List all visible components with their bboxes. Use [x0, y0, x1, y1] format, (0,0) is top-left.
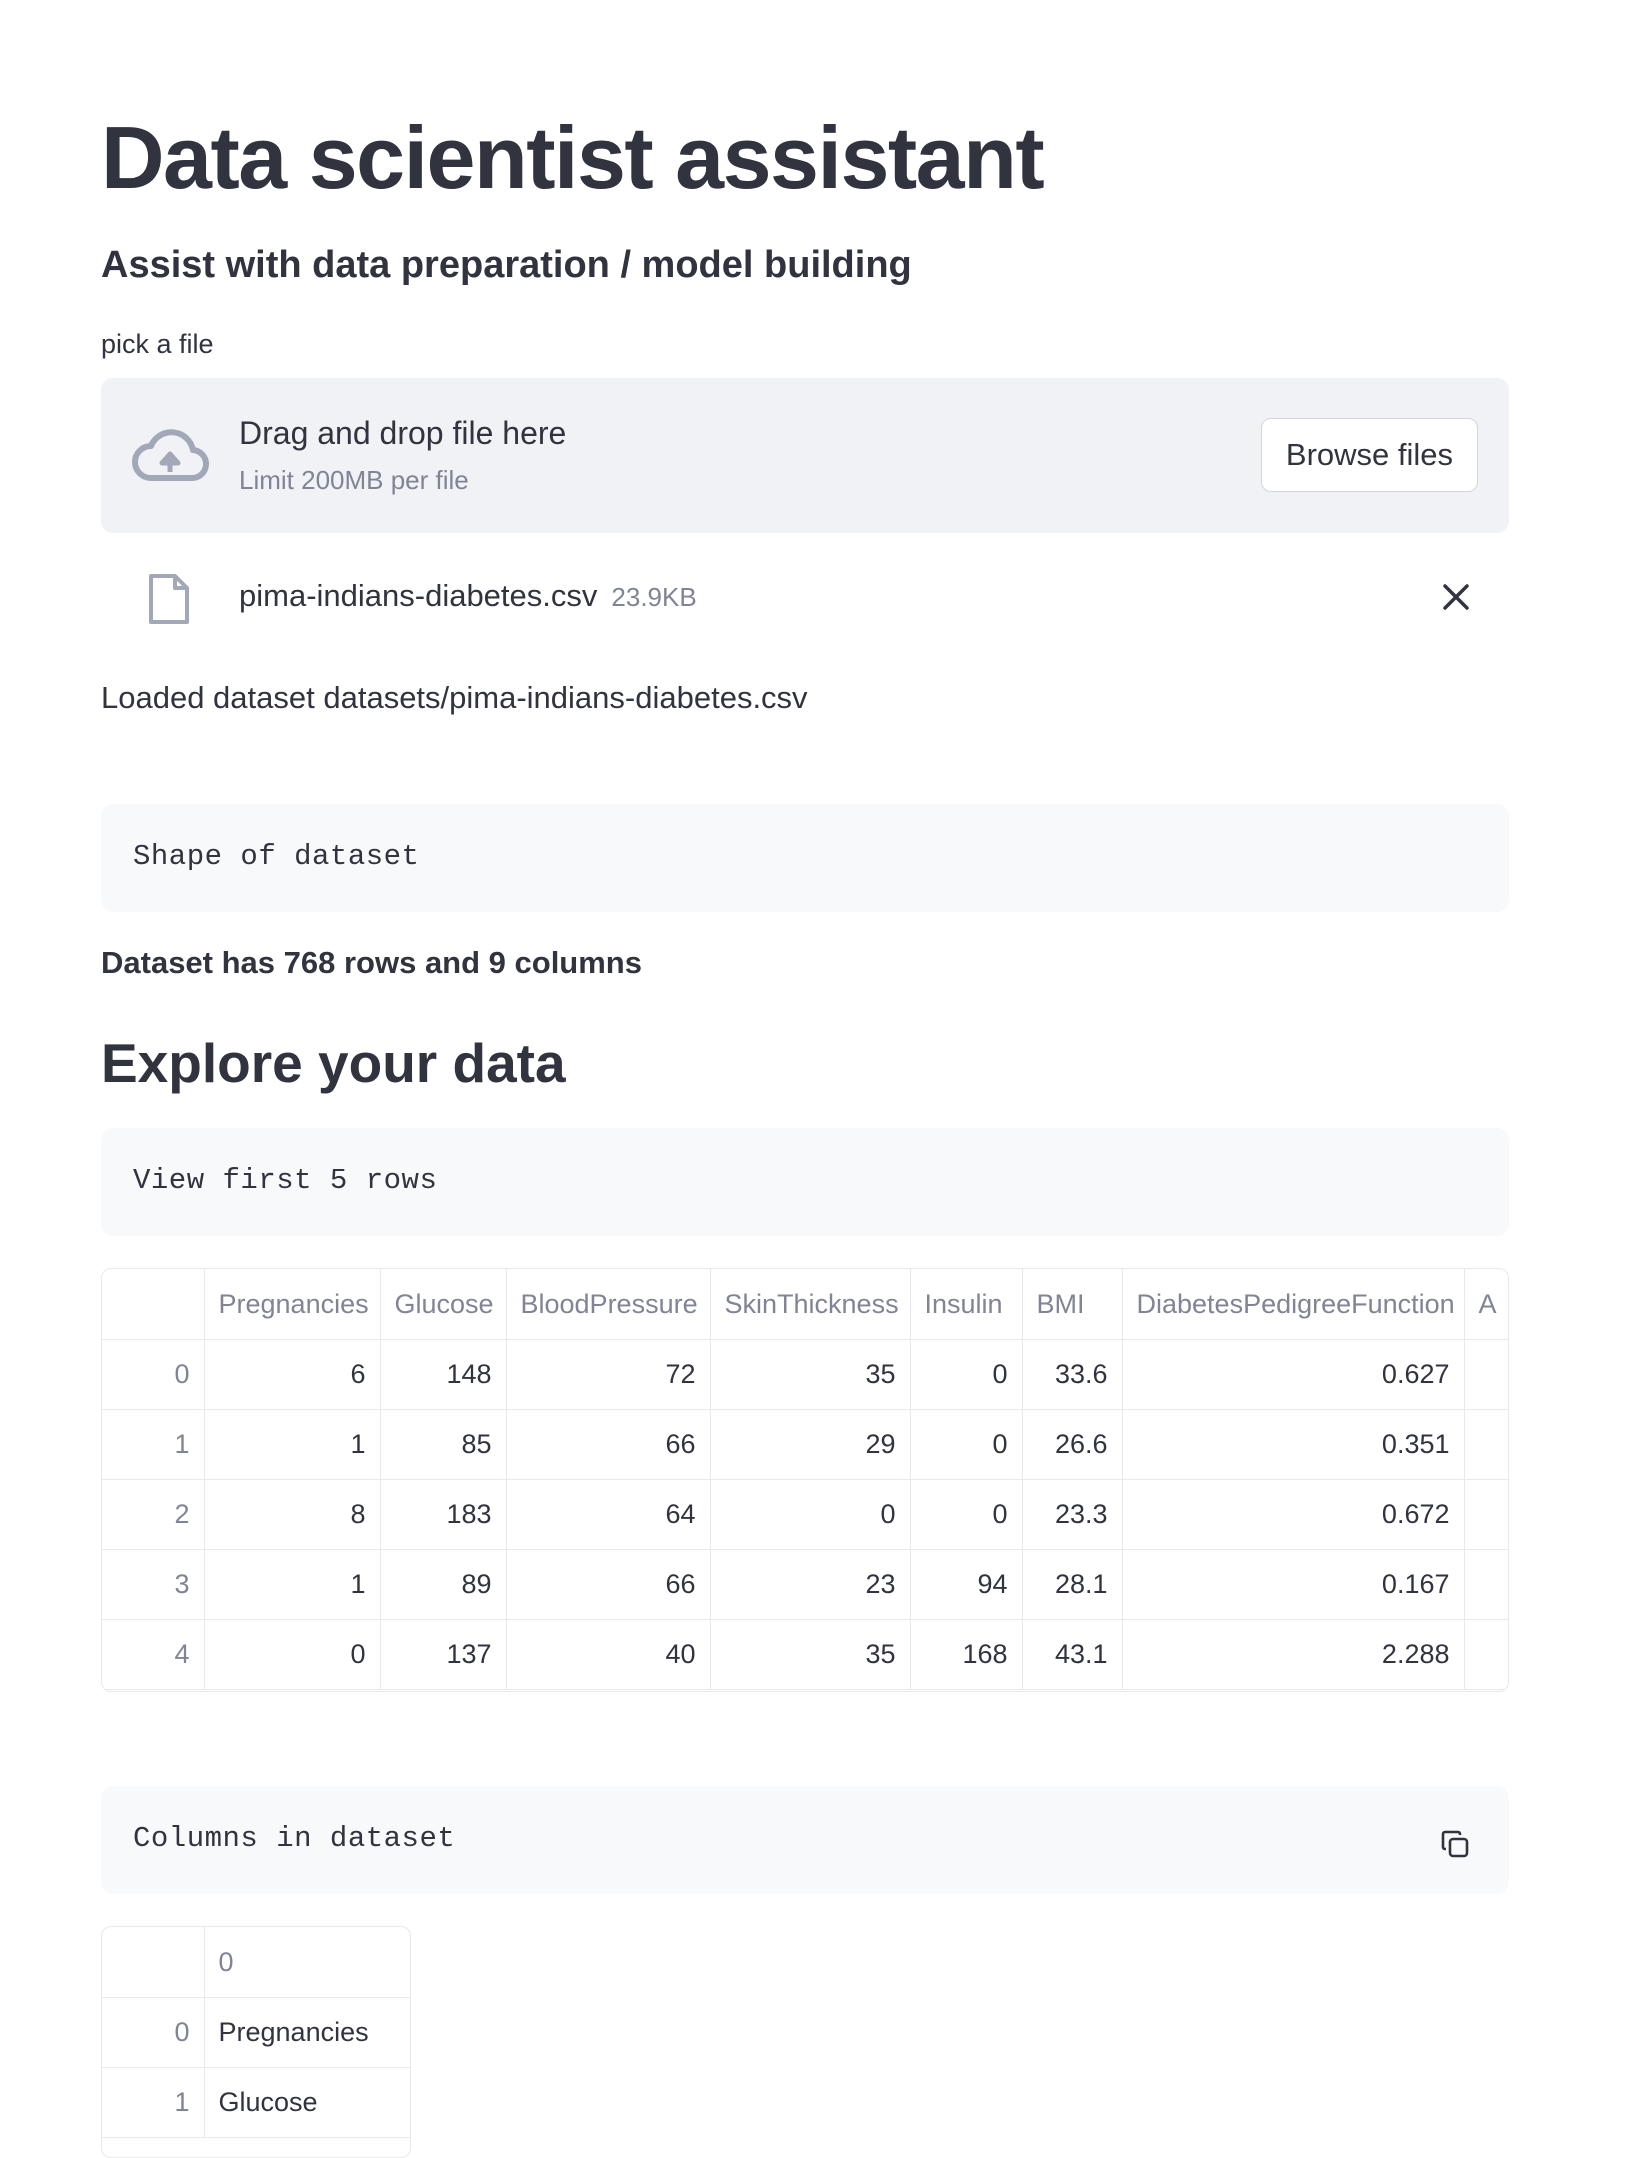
- column-header[interactable]: SkinThickness: [709, 1269, 911, 1340]
- table-cell: 72: [505, 1339, 711, 1410]
- table-cell: 0: [909, 1409, 1023, 1480]
- table-row: 3 1 89 66 23 94 28.1 0.167: [102, 1549, 1508, 1620]
- table-cell: 1: [203, 1549, 381, 1620]
- column-header[interactable]: DiabetesPedigreeFunction: [1121, 1269, 1465, 1340]
- table-cell: [1463, 1409, 1508, 1480]
- table-cell: 6: [203, 1339, 381, 1410]
- dropzone-limit: Limit 200MB per file: [239, 465, 469, 495]
- dropzone-instructions: Drag and drop file here: [239, 415, 567, 451]
- loaded-dataset-message: Loaded dataset datasets/pima-indians-dia…: [101, 680, 808, 715]
- table-cell: 64: [505, 1479, 711, 1550]
- row-index: 1: [102, 1409, 205, 1480]
- row-index: 0: [102, 1339, 205, 1410]
- table-cell: 33.6: [1021, 1339, 1123, 1410]
- table-cell: 0.627: [1121, 1339, 1465, 1410]
- table-cell: 28.1: [1021, 1549, 1123, 1620]
- uploaded-file-name: pima-indians-diabetes.csv: [239, 578, 598, 613]
- table-cell: 148: [379, 1339, 507, 1410]
- table-cell: 66: [505, 1409, 711, 1480]
- column-header[interactable]: BMI: [1021, 1269, 1123, 1340]
- table-cell: [1463, 1619, 1508, 1690]
- uploaded-file-row: pima-indians-diabetes.csv 23.9KB: [101, 560, 1509, 630]
- row-index: 0: [102, 1997, 205, 2068]
- table-cell: [1463, 1339, 1508, 1410]
- table-cell: 0.672: [1121, 1479, 1465, 1550]
- index-header: [102, 1927, 205, 1998]
- uploaded-file-size: 23.9KB: [611, 582, 697, 612]
- table-row: 2 8 183 64 0 0 23.3 0.672: [102, 1479, 1508, 1550]
- table-cell: 0.351: [1121, 1409, 1465, 1480]
- browse-files-button[interactable]: Browse files: [1260, 418, 1478, 492]
- dataset-shape-text: Dataset has 768 rows and 9 columns: [101, 945, 642, 980]
- table-cell: 89: [379, 1549, 507, 1620]
- close-icon[interactable]: [1439, 580, 1473, 614]
- copy-icon[interactable]: [1439, 1828, 1471, 1860]
- first-rows-code-block: View first 5 rows: [101, 1128, 1509, 1236]
- table-cell: 2.288: [1121, 1619, 1465, 1690]
- shape-code-block: Shape of dataset: [101, 804, 1509, 912]
- columns-code-text: Columns in dataset: [133, 1822, 456, 1855]
- shape-code-text: Shape of dataset: [133, 840, 420, 873]
- table-row: 1 Glucose: [102, 2067, 410, 2138]
- table-cell: Glucose: [203, 2067, 410, 2138]
- table-cell: 94: [909, 1549, 1023, 1620]
- column-header[interactable]: BloodPressure: [505, 1269, 711, 1340]
- table-cell: 8: [203, 1479, 381, 1550]
- table-cell: 0.167: [1121, 1549, 1465, 1620]
- table-cell: 0: [203, 1619, 381, 1690]
- columns-dataframe[interactable]: 0 0 Pregnancies 1 Glucose: [101, 1926, 411, 2158]
- table-cell: 0: [709, 1479, 911, 1550]
- file-uploader-label: pick a file: [101, 329, 214, 359]
- table-cell: 29: [709, 1409, 911, 1480]
- table-cell: [1463, 1549, 1508, 1620]
- table-cell: 183: [379, 1479, 507, 1550]
- file-icon: [149, 574, 189, 624]
- table-cell: 0: [909, 1339, 1023, 1410]
- table-cell: 26.6: [1021, 1409, 1123, 1480]
- column-header[interactable]: Glucose: [379, 1269, 507, 1340]
- cloud-upload-icon: [132, 429, 209, 482]
- table-cell: 43.1: [1021, 1619, 1123, 1690]
- row-index: 4: [102, 1619, 205, 1690]
- table-cell: 0: [909, 1479, 1023, 1550]
- page-subtitle: Assist with data preparation / model bui…: [101, 244, 912, 286]
- columns-code-block: Columns in dataset: [101, 1786, 1509, 1894]
- first-rows-code-text: View first 5 rows: [133, 1164, 438, 1197]
- column-header[interactable]: Insulin: [909, 1269, 1023, 1340]
- table-row: 0 6 148 72 35 0 33.6 0.627: [102, 1339, 1508, 1410]
- table-row: 1 1 85 66 29 0 26.6 0.351: [102, 1409, 1508, 1480]
- table-row: 4 0 137 40 35 168 43.1 2.288: [102, 1619, 1508, 1690]
- row-index: 2: [102, 1479, 205, 1550]
- explore-heading: Explore your data: [101, 1032, 566, 1094]
- row-index: 3: [102, 1549, 205, 1620]
- table-cell: 23: [709, 1549, 911, 1620]
- table-cell: 66: [505, 1549, 711, 1620]
- table-cell: 85: [379, 1409, 507, 1480]
- column-header: 0: [203, 1927, 410, 1998]
- file-dropzone[interactable]: Drag and drop file here Limit 200MB per …: [101, 378, 1509, 533]
- table-cell: Pregnancies: [203, 1997, 410, 2068]
- table-row: 0 Pregnancies: [102, 1997, 410, 2068]
- table-cell: 137: [379, 1619, 507, 1690]
- row-index: 1: [102, 2067, 205, 2138]
- column-header[interactable]: Pregnancies: [203, 1269, 381, 1340]
- table-cell: 40: [505, 1619, 711, 1690]
- preview-dataframe[interactable]: Pregnancies Glucose BloodPressure SkinThick…: [101, 1268, 1509, 1692]
- table-cell: 35: [709, 1339, 911, 1410]
- page-title: Data scientist assistant: [101, 108, 1045, 207]
- table-cell: 35: [709, 1619, 911, 1690]
- table-cell: 1: [203, 1409, 381, 1480]
- table-cell: 168: [909, 1619, 1023, 1690]
- table-cell: 23.3: [1021, 1479, 1123, 1550]
- index-header: [102, 1269, 205, 1340]
- table-cell: [1463, 1479, 1508, 1550]
- column-header[interactable]: A: [1463, 1269, 1508, 1340]
